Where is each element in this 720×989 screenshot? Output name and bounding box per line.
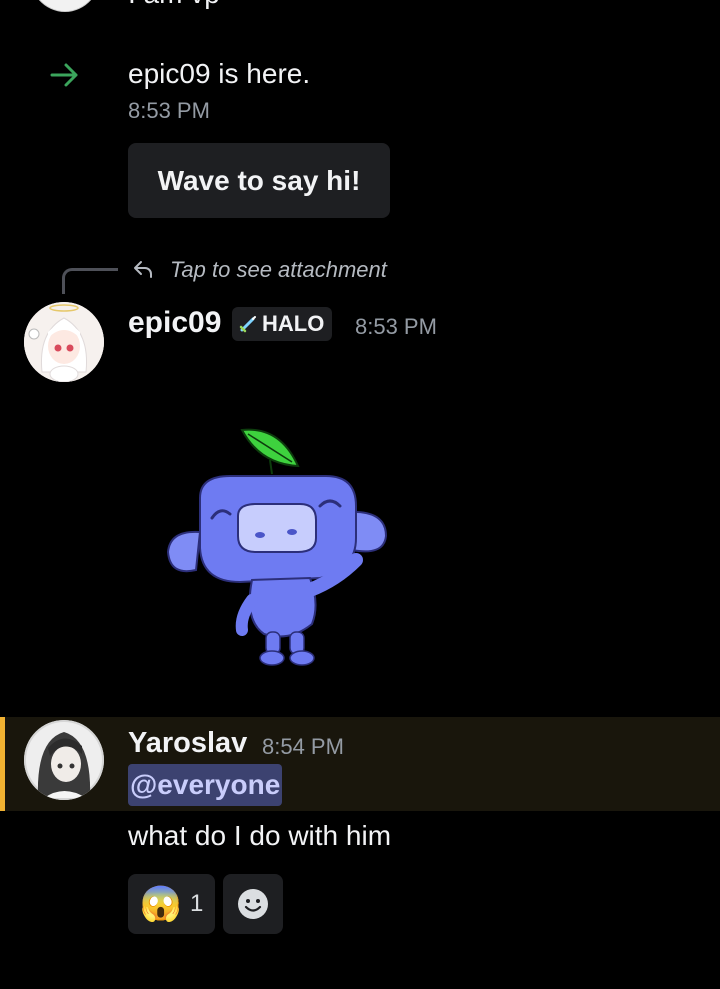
- reply-icon: [134, 261, 152, 278]
- message-timestamp: 8:53 PM: [355, 314, 437, 339]
- guild-tag-badge[interactable]: HALO: [232, 307, 333, 341]
- message-username[interactable]: Yaroslav: [128, 727, 247, 760]
- reaction-count: 1: [189, 890, 204, 917]
- everyone-mention[interactable]: @everyone: [128, 764, 283, 806]
- join-arrow-icon: [50, 63, 78, 87]
- guild-tag-label: HALO: [262, 311, 325, 336]
- reaction-screaming-face[interactable]: 😱 1: [128, 874, 215, 934]
- add-reaction-button[interactable]: [223, 874, 283, 934]
- reply-preview[interactable]: Tap to see attachment: [170, 257, 387, 283]
- join-timestamp: 8:53 PM: [128, 98, 210, 123]
- message-username[interactable]: epic09: [128, 306, 221, 340]
- join-username[interactable]: epic09: [128, 58, 211, 89]
- message-text: what do I do with him: [128, 820, 392, 851]
- join-suffix: is here.: [210, 58, 311, 89]
- mention-highlight: [0, 717, 720, 811]
- reply-spine: [62, 268, 118, 294]
- join-message: epic09 is here.: [128, 58, 310, 90]
- sword-icon: [239, 316, 256, 333]
- avatar[interactable]: [24, 302, 104, 382]
- add-reaction-icon: [238, 889, 268, 919]
- screaming-face-emoji: 😱: [139, 885, 182, 923]
- avatar[interactable]: [24, 720, 104, 800]
- wumpus-wave-sticker[interactable]: [160, 420, 396, 676]
- avatar-image: [24, 720, 104, 800]
- message-text: I am vp: [128, 0, 220, 10]
- mention-highlight-bar: [0, 717, 5, 811]
- avatar-image: [24, 302, 104, 382]
- wave-button[interactable]: Wave to say hi!: [128, 143, 390, 218]
- message-timestamp: 8:54 PM: [262, 734, 344, 759]
- avatar[interactable]: [28, 0, 102, 12]
